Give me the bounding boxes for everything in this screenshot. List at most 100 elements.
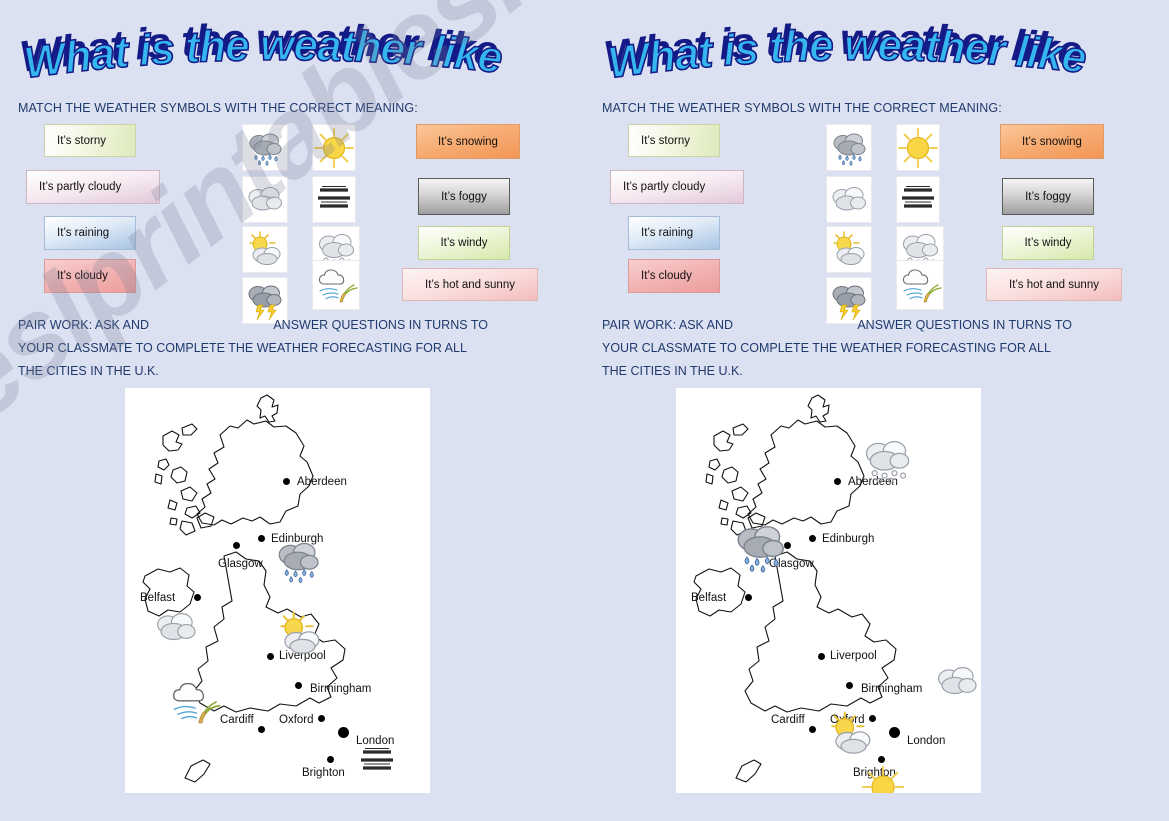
city-dot-liverpool [818, 653, 825, 660]
label-box-cloudy-2[interactable]: It’s cloudy [628, 259, 720, 293]
rain-cloud-icon [833, 133, 866, 166]
symbol-tile-windy-cloud[interactable] [312, 260, 360, 310]
label-box-raining[interactable]: It’s raining [44, 216, 136, 250]
symbol-tile-rain-cloud[interactable] [242, 124, 288, 171]
symbol-tile-windy-cloud-2[interactable] [896, 260, 944, 310]
uk-map-left[interactable]: Aberdeen Edinburgh Glasgow Belfast Liverpool… [125, 388, 430, 793]
match-instruction: MATCH THE WEATHER SYMBOLS WITH THE CORRE… [18, 101, 418, 115]
city-dot-london [889, 727, 900, 738]
symbol-tile-partly-cloudy-2[interactable] [826, 226, 872, 273]
city-dot-edinburgh [258, 535, 265, 542]
city-label-birmingham: Birmingham [310, 683, 372, 695]
symbol-tile-sun[interactable] [312, 124, 356, 171]
city-dot-london [338, 727, 349, 738]
city-dot-aberdeen [283, 478, 290, 485]
cloudy-icon [157, 613, 196, 641]
city-dot-brighton [878, 756, 885, 763]
cloudy-icon [248, 186, 282, 210]
symbol-tile-cloudy[interactable] [242, 176, 288, 223]
pairwork-line3: THE CITIES IN THE U.K. [18, 364, 159, 378]
label-box-cloudy[interactable]: It’s cloudy [44, 259, 136, 293]
sun-icon [314, 127, 354, 168]
city-dot-cardiff [809, 726, 816, 733]
city-dot-oxford [318, 715, 325, 722]
city-label-london: London [907, 735, 946, 747]
label-box-hot-and-sunny[interactable]: It’s hot and sunny [402, 268, 538, 301]
partly-cloudy-icon [280, 611, 320, 654]
page-title-2: What is the weather like? What is the we… [598, 14, 1098, 92]
pairwork-instruction: PAIR WORK: ASK AND ANSWER QUESTIONS IN T… [18, 314, 488, 383]
worksheet-half-right: What is the weather like? What is the we… [584, 0, 1168, 821]
snow-cloud-icon [865, 440, 910, 484]
match-instruction-2: MATCH THE WEATHER SYMBOLS WITH THE CORRE… [602, 101, 1002, 115]
symbol-tile-sun-2[interactable] [896, 124, 940, 171]
uk-outline [142, 394, 346, 783]
partly-cloudy-icon [249, 230, 281, 265]
city-label-belfast: Belfast [691, 592, 727, 604]
symbol-tile-cloudy-2[interactable] [826, 176, 872, 223]
city-dot-aberdeen [834, 478, 841, 485]
label-box-hot-and-sunny-2[interactable]: It’s hot and sunny [986, 268, 1122, 301]
city-label-cardiff: Cardiff [220, 714, 254, 726]
label-box-snowing[interactable]: It’s snowing [416, 124, 520, 159]
label-box-snowing-2[interactable]: It’s snowing [1000, 124, 1104, 159]
cloudy-icon [938, 667, 977, 695]
sun-icon [862, 766, 904, 793]
city-dot-belfast [194, 594, 201, 601]
pairwork-line1-a-2: PAIR WORK: ASK AND [602, 318, 734, 332]
city-label-aberdeen: Aberdeen [297, 476, 347, 488]
pairwork-line1-a: PAIR WORK: ASK AND [18, 318, 150, 332]
pairwork-instruction-2: PAIR WORK: ASK AND ANSWER QUESTIONS IN T… [602, 314, 1072, 383]
label-box-partly-cloudy-2[interactable]: It’s partly cloudy [610, 170, 744, 204]
label-box-partly-cloudy[interactable]: It’s partly cloudy [26, 170, 160, 204]
rain-cloud-icon [737, 525, 784, 573]
pairwork-line1-b-2: ANSWER QUESTIONS IN TURNS TO [857, 318, 1072, 332]
fog-icon [902, 185, 934, 208]
city-dot-birmingham [846, 682, 853, 689]
label-box-foggy[interactable]: It’s foggy [418, 178, 510, 215]
symbol-tile-partly-cloudy[interactable] [242, 226, 288, 273]
pairwork-line2-2: YOUR CLASSMATE TO COMPLETE THE WEATHER F… [602, 341, 1051, 355]
rain-cloud-icon [278, 542, 319, 584]
uk-map-right[interactable]: Aberdeen Edinburgh Glasgow Belfast Liverpool… [676, 388, 981, 793]
worksheet-half-left: What is the weather like? What is the we… [0, 0, 584, 821]
pairwork-line2: YOUR CLASSMATE TO COMPLETE THE WEATHER F… [18, 341, 467, 355]
rain-cloud-icon [249, 133, 282, 166]
label-box-raining-2[interactable]: It’s raining [628, 216, 720, 250]
partly-cloudy-icon [833, 230, 865, 265]
city-label-birmingham: Birmingham [861, 683, 923, 695]
city-label-brighton: Brighton [302, 767, 345, 779]
city-dot-belfast [745, 594, 752, 601]
label-box-windy-2[interactable]: It’s windy [1002, 226, 1094, 260]
city-dot-edinburgh [809, 535, 816, 542]
windy-cloud-icon [318, 269, 358, 303]
city-label-cardiff: Cardiff [771, 714, 805, 726]
symbol-tile-rain-cloud-2[interactable] [826, 124, 872, 171]
symbol-tile-fog[interactable] [312, 176, 356, 223]
label-box-storny[interactable]: It’s storny [44, 124, 136, 157]
pairwork-line1-b: ANSWER QUESTIONS IN TURNS TO [273, 318, 488, 332]
city-label-oxford: Oxford [279, 714, 314, 726]
fog-icon [318, 185, 350, 208]
city-label-liverpool: Liverpool [830, 650, 877, 662]
city-dot-birmingham [295, 682, 302, 689]
symbol-tile-fog-2[interactable] [896, 176, 940, 223]
windy-cloud-icon [902, 269, 942, 303]
label-box-foggy-2[interactable]: It’s foggy [1002, 178, 1094, 215]
label-box-windy[interactable]: It’s windy [418, 226, 510, 260]
city-dot-brighton [327, 756, 334, 763]
city-label-belfast: Belfast [140, 592, 176, 604]
fog-icon [361, 747, 393, 770]
cloudy-icon [832, 186, 866, 210]
city-label-edinburgh: Edinburgh [822, 533, 875, 545]
windy-cloud-icon [173, 682, 221, 724]
worksheet-page: What is the weather like? What is the we… [0, 0, 1169, 821]
city-label-glasgow: Glasgow [218, 558, 263, 570]
label-box-storny-2[interactable]: It’s storny [628, 124, 720, 157]
page-title: What is the weather like? What is the we… [14, 14, 514, 92]
partly-cloudy-icon [831, 711, 871, 754]
city-dot-liverpool [267, 653, 274, 660]
city-dot-cardiff [258, 726, 265, 733]
pairwork-line3-2: THE CITIES IN THE U.K. [602, 364, 743, 378]
sun-icon [898, 127, 938, 168]
